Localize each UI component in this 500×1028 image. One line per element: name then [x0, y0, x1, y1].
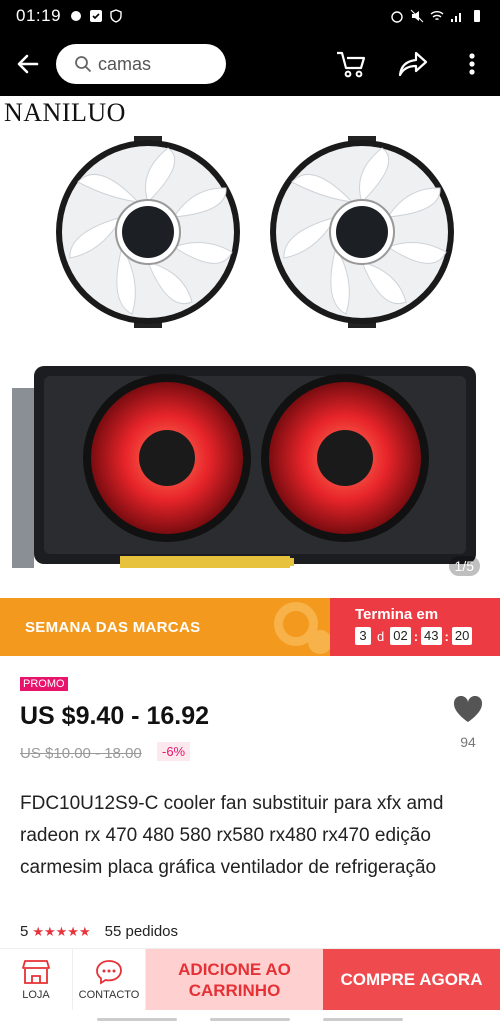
promo-banner[interactable]: SEMANA DAS MARCAS Termina em 3 d 02 : 43… [0, 598, 500, 656]
system-nav-bar [0, 1010, 500, 1028]
fan-right [270, 136, 454, 328]
countdown-minutes: 43 [421, 627, 442, 645]
search-icon [75, 56, 92, 73]
product-price: US $9.40 - 16.92 [20, 702, 210, 730]
wishlist-count: 94 [460, 734, 476, 750]
brand-logo: NANILUO [4, 98, 126, 127]
original-price: US $10.00 - 18.00 [20, 745, 142, 762]
countdown-day-unit: d [377, 628, 385, 644]
orders-count: 55 pedidos [104, 923, 179, 940]
product-title: FDC10U12S9-C cooler fan substituir para … [20, 793, 444, 878]
banner-title: SEMANA DAS MARCAS [25, 618, 201, 636]
chat-icon [96, 960, 122, 985]
search-query: camas [98, 53, 152, 74]
bottom-action-bar: LOJA CONTACTO ADICIONE AO CARRINHO COMPR… [0, 948, 500, 1011]
countdown-hours: 02 [390, 627, 411, 645]
rating-stars-icon: ★★★★★ [32, 923, 91, 939]
status-bar: 01:19 [0, 0, 500, 32]
rating-row[interactable]: 5 ★★★★★ 55 pedidos [20, 923, 178, 940]
store-icon [22, 960, 50, 984]
countdown-days: 3 [355, 627, 371, 645]
share-icon [398, 51, 428, 77]
countdown-box: Termina em 3 d 02 : 43 : 20 [330, 598, 500, 656]
cart-icon [337, 51, 366, 78]
add-to-cart-button[interactable]: ADICIONE AO CARRINHO [146, 949, 323, 1011]
contact-button[interactable]: CONTACTO [73, 949, 146, 1011]
notification-icon [71, 11, 82, 21]
product-image-gallery[interactable]: NANILUO 1/5 [0, 96, 500, 598]
graphics-card [12, 366, 476, 568]
image-page-indicator: 1/5 [448, 556, 480, 576]
battery-icon [474, 10, 480, 22]
buy-now-button[interactable]: COMPRE AGORA [323, 949, 500, 1011]
product-image [12, 136, 476, 568]
search-input[interactable]: camas [56, 44, 226, 84]
rating-value: 5 [20, 923, 29, 940]
countdown-timer: 3 d 02 : 43 : 20 [355, 627, 500, 645]
store-label: LOJA [22, 989, 50, 1001]
heart-icon [453, 695, 483, 722]
store-button[interactable]: LOJA [0, 949, 73, 1011]
cart-button[interactable] [320, 32, 382, 96]
signal-icon [451, 13, 461, 22]
alarm-icon [391, 11, 403, 23]
more-options-button[interactable] [444, 32, 500, 96]
more-vertical-icon [469, 53, 475, 75]
discount-badge: -6% [157, 742, 191, 761]
promo-tag: PROMO [20, 677, 68, 691]
top-app-bar: camas [0, 32, 500, 96]
wifi-icon [430, 11, 444, 21]
fan-left [56, 136, 240, 328]
arrow-left-icon [17, 54, 39, 74]
shield-icon [110, 9, 122, 23]
back-button[interactable] [0, 32, 56, 96]
contact-label: CONTACTO [78, 989, 140, 1001]
checkbox-icon [90, 10, 103, 22]
banner-decoration-icon [274, 602, 332, 654]
countdown-label: Termina em [355, 606, 439, 623]
mute-icon [410, 9, 424, 23]
wishlist-button[interactable]: 94 [448, 695, 488, 750]
share-button[interactable] [382, 32, 444, 96]
countdown-seconds: 20 [451, 627, 473, 645]
status-time: 01:19 [16, 6, 62, 25]
